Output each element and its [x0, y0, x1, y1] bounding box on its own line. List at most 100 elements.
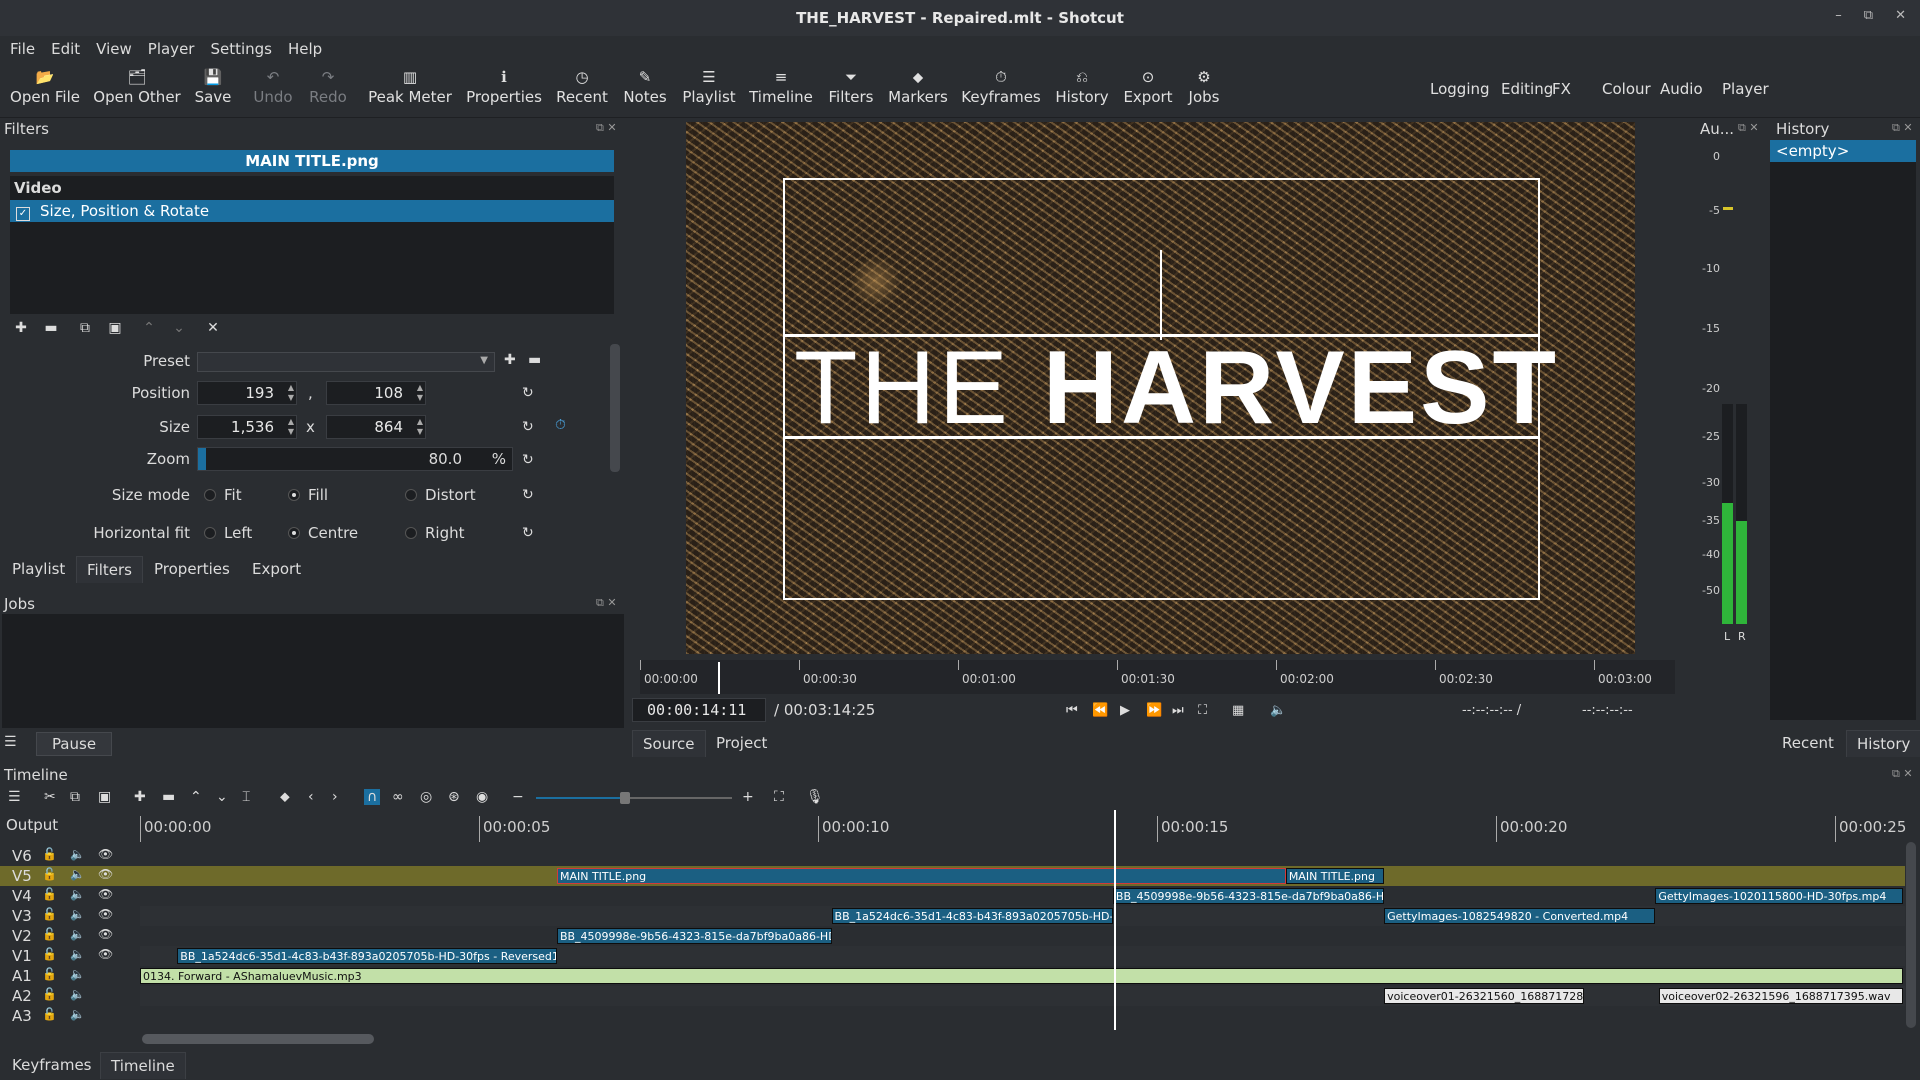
remove-icon[interactable]: ▬: [162, 789, 175, 805]
size-mode-fit-radio[interactable]: Fit: [204, 486, 242, 504]
player-ruler[interactable]: 00:00:00 00:00:30 00:01:00 00:01:30 00:02:00…: [640, 660, 1675, 694]
track-header-v2[interactable]: V2 🔓 🔈 👁: [0, 926, 140, 946]
layout-audio[interactable]: Audio: [1660, 80, 1703, 98]
timeline-clip[interactable]: GettyImages-1020115800-HD-30fps.mp4: [1655, 888, 1903, 904]
recent-button[interactable]: ◷ Recent: [556, 66, 608, 106]
delete-preset-button[interactable]: ▬: [528, 352, 541, 368]
mute-icon[interactable]: 🔈: [70, 927, 85, 941]
timeline-dock-buttons[interactable]: ⧉ ✕: [1892, 767, 1913, 781]
player-playhead[interactable]: [718, 662, 720, 694]
timeline-playhead[interactable]: [1114, 810, 1117, 1030]
timeline-clip[interactable]: BB_1a524dc6-35d1-4c83-b43f-893a0205705b-…: [831, 908, 1113, 924]
rewind-icon[interactable]: ⏪: [1092, 703, 1108, 718]
zoom-out-icon[interactable]: −: [512, 789, 524, 805]
play-icon[interactable]: ▶: [1120, 703, 1130, 718]
preset-combobox[interactable]: ▼: [197, 352, 495, 372]
marker-icon[interactable]: ⬥: [280, 789, 290, 805]
paste-icon[interactable]: ▣: [98, 789, 111, 805]
timeline-button[interactable]: ≡ Timeline: [749, 66, 813, 106]
lock-icon[interactable]: 🔓: [42, 847, 57, 861]
menu-edit[interactable]: Edit: [51, 40, 80, 58]
history-item[interactable]: <empty>: [1770, 140, 1916, 162]
track-lane-v4[interactable]: [140, 886, 1905, 906]
track-header-a1[interactable]: A1 🔓 🔈: [0, 966, 140, 986]
spinner-arrows-icon[interactable]: ▲ ▼: [288, 417, 294, 437]
scrub-icon[interactable]: ∞: [392, 789, 404, 805]
move-up-button[interactable]: ⌃: [138, 320, 160, 340]
pause-jobs-button[interactable]: Pause: [36, 732, 112, 756]
ripple-markers-icon[interactable]: ◉: [476, 789, 488, 805]
menu-settings[interactable]: Settings: [210, 40, 272, 58]
layout-logging[interactable]: Logging: [1430, 80, 1490, 98]
timeline-clip[interactable]: voiceover02-26321596_1688717395.wav: [1658, 988, 1903, 1004]
open-file-button[interactable]: 📂 Open File: [10, 66, 80, 106]
timeline-zoom-slider[interactable]: [536, 792, 732, 804]
minimize-icon[interactable]: –: [1835, 8, 1842, 23]
zoom-fit-icon[interactable]: ⛶: [774, 789, 784, 805]
properties-button[interactable]: ℹ Properties: [466, 66, 542, 106]
append-icon[interactable]: ✚: [134, 789, 146, 805]
timeline-clip[interactable]: voiceover01-26321560_1688717282.wa: [1384, 988, 1585, 1004]
prev-marker-icon[interactable]: ‹: [308, 789, 314, 805]
timeline-clip[interactable]: BB_1a524dc6-35d1-4c83-b43f-893a0205705b-…: [177, 948, 557, 964]
mute-icon[interactable]: 🔈: [70, 987, 85, 1001]
tab-recent[interactable]: Recent: [1772, 730, 1844, 756]
mute-icon[interactable]: 🔈: [70, 847, 85, 861]
playlist-button[interactable]: ☰ Playlist: [682, 66, 735, 106]
hfit-right-radio[interactable]: Right: [405, 524, 465, 542]
lock-icon[interactable]: 🔓: [42, 927, 57, 941]
move-down-button[interactable]: ⌄: [168, 320, 190, 340]
lock-icon[interactable]: 🔓: [42, 887, 57, 901]
track-header-v5[interactable]: V5 🔓 🔈 👁: [0, 866, 140, 886]
zoom-player-icon[interactable]: ⛶: [1198, 703, 1207, 718]
ripple-all-icon[interactable]: ⊛: [448, 789, 460, 805]
lock-icon[interactable]: 🔓: [42, 987, 57, 1001]
layout-player[interactable]: Player: [1722, 80, 1769, 98]
tab-export[interactable]: Export: [242, 556, 311, 582]
track-header-a2[interactable]: A2 🔓 🔈: [0, 986, 140, 1006]
track-header-v4[interactable]: V4 🔓 🔈 👁: [0, 886, 140, 906]
export-button[interactable]: ⊙ Export: [1123, 66, 1172, 106]
overwrite-icon[interactable]: ⌄: [216, 789, 228, 805]
volume-icon[interactable]: 🔈: [1270, 703, 1286, 718]
mute-icon[interactable]: 🔈: [70, 867, 85, 881]
lift-icon[interactable]: ⌃: [190, 789, 202, 805]
track-lane-v2[interactable]: [140, 926, 1905, 946]
history-dock-buttons[interactable]: ⧉ ✕: [1892, 121, 1913, 135]
lock-icon[interactable]: 🔓: [42, 867, 57, 881]
filter-enabled-checkbox[interactable]: ✓: [16, 207, 30, 221]
timeline-clip[interactable]: BB_4509998e-9b56-4323-815e-da7bf9ba0a86-…: [556, 928, 832, 944]
history-button[interactable]: ⎌ History: [1055, 66, 1108, 106]
save-button[interactable]: 💾 Save: [195, 66, 232, 106]
audio-dock-buttons[interactable]: ⧉ ✕: [1738, 121, 1759, 135]
spinner-arrows-icon[interactable]: ▲ ▼: [417, 417, 423, 437]
filters-button[interactable]: ⏷ Filters: [829, 66, 874, 106]
notes-button[interactable]: ✎ Notes: [623, 66, 666, 106]
tab-properties[interactable]: Properties: [144, 556, 240, 582]
spinner-arrows-icon[interactable]: ▲ ▼: [288, 383, 294, 403]
open-other-button[interactable]: 🗂 Open Other: [93, 66, 180, 106]
track-lane-v6[interactable]: [140, 846, 1905, 866]
spinner-arrows-icon[interactable]: ▲ ▼: [417, 383, 423, 403]
deselect-filter-button[interactable]: ✕: [202, 320, 224, 340]
fast-forward-icon[interactable]: ⏩: [1146, 703, 1162, 718]
eye-icon[interactable]: 👁: [98, 867, 113, 881]
video-preview[interactable]: THE HARVEST: [686, 122, 1635, 654]
peak-meter-button[interactable]: ▥ Peak Meter: [368, 66, 452, 106]
skip-to-start-icon[interactable]: ⏮: [1066, 703, 1078, 718]
timeline-zoom-handle[interactable]: [620, 792, 630, 804]
timeline-clip[interactable]: 0134. Forward - AShamaluevMusic.mp3: [140, 968, 1903, 984]
reset-position-icon[interactable]: ↻: [522, 385, 534, 401]
timeline-clip[interactable]: GettyImages-1082549820 - Converted.mp4: [1384, 908, 1656, 924]
snap-icon[interactable]: ∩: [364, 789, 381, 805]
track-lane-a2[interactable]: [140, 986, 1905, 1006]
markers-button[interactable]: ⬥ Markers: [888, 66, 948, 106]
redo-button[interactable]: ↷ Redo: [309, 66, 347, 106]
mute-icon[interactable]: 🔈: [70, 887, 85, 901]
size-height-input[interactable]: 864 ▲ ▼: [326, 415, 426, 439]
mute-icon[interactable]: 🔈: [70, 1007, 85, 1021]
track-header-v1[interactable]: V1 🔓 🔈 👁: [0, 946, 140, 966]
track-header-a3[interactable]: A3 🔓 🔈: [0, 1006, 140, 1026]
jobs-dock-buttons[interactable]: ⧉ ✕: [596, 596, 617, 610]
skip-to-end-icon[interactable]: ⏭: [1172, 703, 1184, 718]
